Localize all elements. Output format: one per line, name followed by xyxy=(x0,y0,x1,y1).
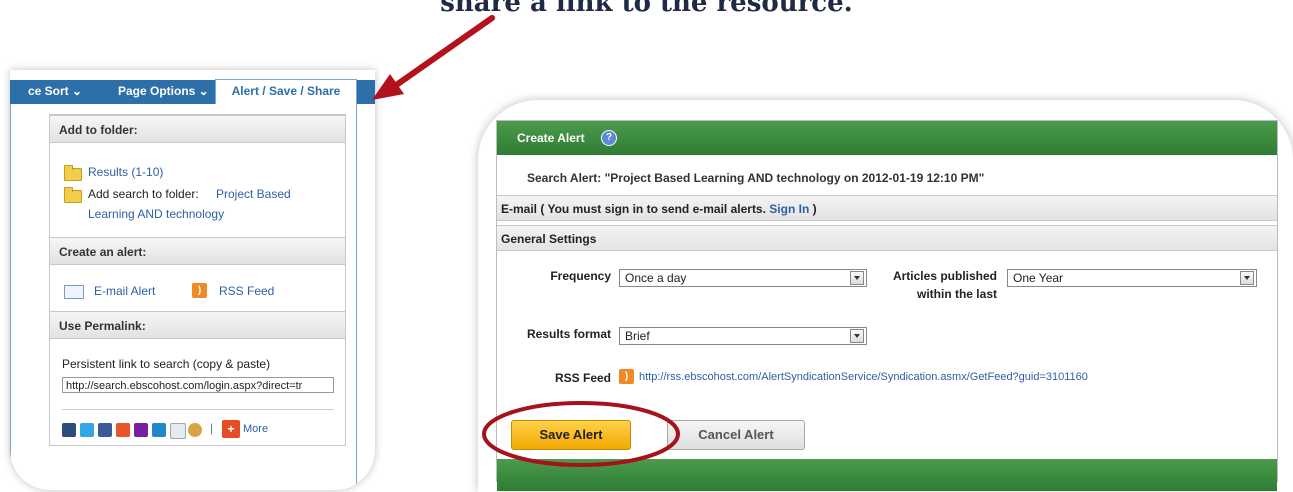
chevron-down-icon[interactable] xyxy=(850,329,864,343)
search-alert-text: Search Alert: "Project Based Learning AN… xyxy=(527,171,985,185)
cancel-alert-button[interactable]: Cancel Alert xyxy=(667,420,805,450)
caption-text: share a link to the resource. xyxy=(440,0,853,18)
dialog-footer xyxy=(497,459,1277,491)
share-dropdown: Add to folder: Results (1-10) Add search… xyxy=(10,104,357,490)
tab-page-options[interactable]: Page Options ⌄ xyxy=(118,80,209,104)
delicious-icon[interactable] xyxy=(62,423,76,437)
permalink-heading: Use Permalink: xyxy=(50,311,345,339)
rss-icon: ) xyxy=(192,283,207,298)
rss-feed-link[interactable]: RSS Feed xyxy=(219,284,274,298)
separator-icon: | xyxy=(210,421,214,435)
published-label-cont: within the last xyxy=(916,287,997,301)
frequency-label: Frequency xyxy=(550,269,611,283)
mail-icon[interactable] xyxy=(170,423,186,439)
create-alert-title: Create Alert xyxy=(517,131,585,145)
facebook-icon[interactable] xyxy=(98,423,112,437)
frequency-value: Once a day xyxy=(625,271,687,285)
results-folder-link[interactable]: Results (1-10) xyxy=(88,165,163,179)
rss-feed-url-link[interactable]: http://rss.ebscohost.com/AlertSyndicatio… xyxy=(639,371,1088,383)
share-options-box: Add to folder: Results (1-10) Add search… xyxy=(49,114,346,446)
yahoo-icon[interactable] xyxy=(134,423,148,437)
left-panel: ce Sort ⌄ Page Options ⌄ Alert / Save / … xyxy=(10,70,375,490)
permalink-label: Persistent link to search (copy & paste) xyxy=(62,357,271,371)
tab-alert-save-share[interactable]: Alert / Save / Share xyxy=(215,79,357,107)
chevron-down-icon[interactable] xyxy=(850,271,864,285)
create-alert-header: Create Alert ? xyxy=(497,121,1277,155)
general-settings-band: General Settings xyxy=(497,225,1277,251)
published-value: One Year xyxy=(1013,271,1064,285)
google-icon[interactable] xyxy=(116,423,130,437)
search-folder-link[interactable]: Project Based xyxy=(216,187,291,201)
results-format-select[interactable]: Brief xyxy=(619,327,867,345)
folder-icon xyxy=(64,187,82,203)
results-format-value: Brief xyxy=(625,329,650,343)
email-alert-icon xyxy=(64,285,84,299)
help-icon[interactable]: ? xyxy=(601,130,617,146)
search-folder-link-cont[interactable]: Learning AND technology xyxy=(88,207,224,221)
hi5-icon[interactable] xyxy=(152,423,166,437)
frequency-select[interactable]: Once a day xyxy=(619,269,867,287)
more-plus-icon[interactable]: + xyxy=(222,420,240,438)
twitter-icon[interactable] xyxy=(80,423,94,437)
published-label: Articles published xyxy=(892,269,997,283)
create-alert-heading: Create an alert: xyxy=(50,237,345,265)
email-alert-link[interactable]: E-mail Alert xyxy=(94,284,155,298)
sign-in-link[interactable]: Sign In xyxy=(769,202,809,216)
rss-icon: ) xyxy=(619,369,634,384)
add-search-label: Add search to folder: xyxy=(88,187,199,201)
email-notice-close: ) xyxy=(809,202,817,216)
toolbar-tabs: ce Sort ⌄ Page Options ⌄ Alert / Save / … xyxy=(10,79,375,107)
blog-icon[interactable] xyxy=(188,423,202,437)
results-format-label: Results format xyxy=(526,327,611,341)
add-to-folder-heading: Add to folder: xyxy=(50,115,345,143)
create-alert-dialog: Create Alert ? Search Alert: "Project Ba… xyxy=(496,120,1278,491)
published-within-select[interactable]: One Year xyxy=(1007,269,1257,287)
email-signin-band: E-mail ( You must sign in to send e-mail… xyxy=(497,195,1277,221)
more-share-link[interactable]: More xyxy=(243,423,268,435)
chevron-down-icon[interactable] xyxy=(1240,271,1254,285)
save-alert-button[interactable]: Save Alert xyxy=(511,420,631,450)
divider xyxy=(62,409,334,410)
tab-relevance-sort[interactable]: ce Sort ⌄ xyxy=(28,80,82,104)
rss-feed-label: RSS Feed xyxy=(554,371,611,385)
annotation-arrow xyxy=(372,15,495,100)
email-notice: E-mail ( You must sign in to send e-mail… xyxy=(501,202,766,216)
folder-icon xyxy=(64,165,82,181)
right-panel: Create Alert ? Search Alert: "Project Ba… xyxy=(478,100,1293,492)
permalink-input[interactable]: http://search.ebscohost.com/login.aspx?d… xyxy=(62,377,334,393)
